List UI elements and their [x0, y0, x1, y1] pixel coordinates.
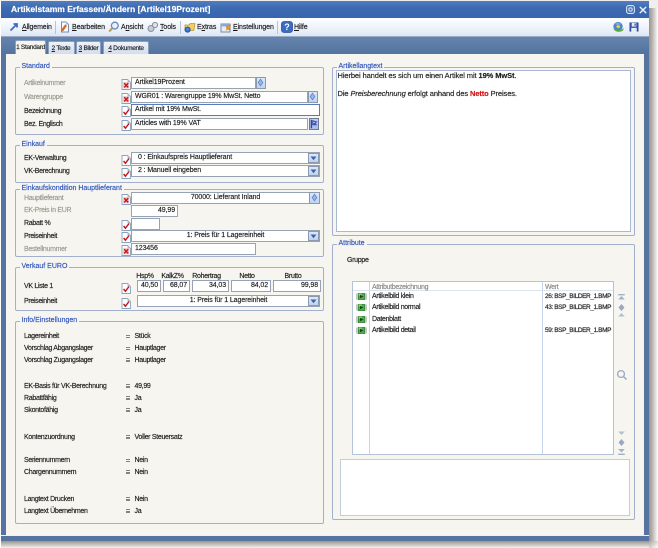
svg-text:?: ?	[284, 22, 290, 32]
